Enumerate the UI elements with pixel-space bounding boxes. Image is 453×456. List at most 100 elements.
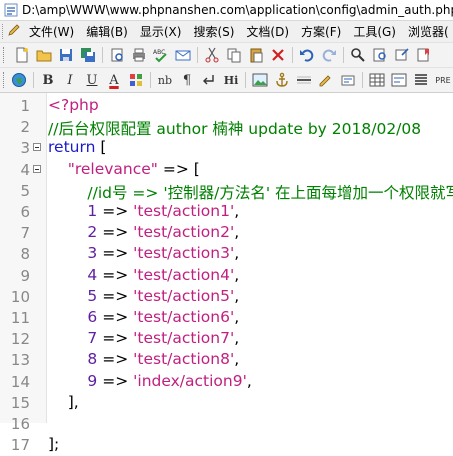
goto-icon[interactable]: [392, 45, 412, 65]
code-token: =>: [97, 371, 134, 390]
code-line[interactable]: 6 1 => 'test/action1',: [0, 202, 453, 223]
code-line[interactable]: 5 //id号 => '控制器/方法名' 在上面每增加一个权限就写: [0, 181, 453, 202]
anchor-icon[interactable]: [272, 70, 292, 90]
code-line[interactable]: 11 6 => 'test/action6',: [0, 308, 453, 329]
code-token: //后台权限配置 author 楠神 update by 2018/02/08: [48, 120, 422, 139]
code-token: 1: [48, 202, 98, 220]
find-icon[interactable]: [348, 45, 368, 65]
menu-file[interactable]: 文件(W): [23, 23, 80, 40]
pre-button[interactable]: PRE: [433, 70, 453, 90]
code-token: 'test/action3': [133, 244, 235, 263]
line-number: 17: [10, 436, 30, 455]
line-number: 13: [10, 351, 30, 370]
code-token: 'test/action5': [133, 286, 235, 305]
code-line[interactable]: 14 9 => 'index/action9',: [0, 372, 453, 393]
code-token: ],: [48, 392, 79, 411]
code-token: ,: [246, 371, 252, 390]
font-color-button[interactable]: A: [104, 70, 124, 90]
code-line[interactable]: 9 4 => 'test/action4',: [0, 266, 453, 287]
line-break-icon[interactable]: [199, 70, 219, 90]
toolbar-separator: [197, 47, 198, 63]
open-folder-icon[interactable]: [34, 45, 54, 65]
menu-search[interactable]: 搜索(S): [187, 23, 240, 40]
code-token: ,: [234, 308, 240, 326]
code-text: 2 => 'test/action2',: [48, 223, 239, 241]
code-token: [: [95, 138, 107, 157]
menu-browser[interactable]: 浏览器(: [402, 23, 453, 40]
code-line[interactable]: 3 return [: [0, 138, 453, 159]
code-text: 8 => 'test/action8',: [48, 350, 239, 368]
fold-toggle-icon[interactable]: [33, 164, 41, 173]
color-palette-icon[interactable]: [126, 70, 146, 90]
code-editor[interactable]: 1 <?php 2 //后台权限配置 author 楠神 update by 2018…: [0, 93, 453, 454]
code-token: 7: [48, 329, 98, 348]
paste-icon[interactable]: [246, 45, 266, 65]
copy-icon[interactable]: [224, 45, 244, 65]
menu-tools[interactable]: 工具(G): [347, 23, 402, 40]
code-line[interactable]: 1 <?php: [0, 96, 453, 117]
code-line[interactable]: 10 5 => 'test/action5',: [0, 287, 453, 308]
code-text: 6 => 'test/action6',: [48, 308, 239, 326]
browser-preview-icon[interactable]: [9, 70, 29, 90]
spell-check-icon[interactable]: ABC: [151, 45, 171, 65]
code-token: =>: [97, 202, 134, 220]
heading-button[interactable]: Hi: [221, 70, 241, 90]
image-icon[interactable]: [250, 70, 270, 90]
line-number: 8: [20, 245, 30, 264]
menu-edit[interactable]: 编辑(B): [80, 23, 134, 40]
horizontal-rule-icon[interactable]: [294, 70, 314, 90]
toolbar-grip: [3, 72, 4, 88]
code-token: 'test/action8': [133, 350, 235, 369]
menu-scheme[interactable]: 方案(F): [295, 23, 347, 40]
cut-icon[interactable]: [202, 45, 222, 65]
delete-icon[interactable]: [268, 45, 288, 65]
menu-document[interactable]: 文档(D): [240, 23, 295, 40]
mail-icon[interactable]: [173, 45, 193, 65]
code-line[interactable]: 12 7 => 'test/action7',: [0, 329, 453, 350]
new-file-icon[interactable]: [12, 45, 32, 65]
pencil-icon: [7, 23, 21, 40]
code-line[interactable]: 16: [0, 414, 453, 435]
print-icon[interactable]: [129, 45, 149, 65]
replace-icon[interactable]: [370, 45, 390, 65]
code-text: 7 => 'test/action7',: [48, 329, 239, 347]
redo-icon[interactable]: [319, 45, 339, 65]
comment-icon[interactable]: [316, 70, 336, 90]
code-token: 'test/action6': [133, 308, 235, 326]
code-line[interactable]: 15 ],: [0, 393, 453, 414]
code-line[interactable]: 2 //后台权限配置 author 楠神 update by 2018/02/08: [0, 117, 453, 138]
list-icon[interactable]: [411, 70, 431, 90]
save-icon[interactable]: [56, 45, 76, 65]
code-token: =>: [97, 329, 134, 348]
undo-icon[interactable]: [297, 45, 317, 65]
fold-toggle-icon[interactable]: [33, 143, 41, 152]
print-preview-icon[interactable]: [107, 45, 127, 65]
bookmark-icon[interactable]: [414, 45, 434, 65]
save-all-icon[interactable]: [78, 45, 98, 65]
line-number: 11: [10, 309, 30, 327]
code-token: 3: [48, 244, 98, 263]
nbsp-button[interactable]: nb: [155, 70, 175, 90]
toolbar-grip: [3, 47, 7, 63]
table-icon[interactable]: [367, 70, 387, 90]
bold-button[interactable]: B: [38, 70, 58, 90]
form-icon[interactable]: [389, 70, 409, 90]
code-line[interactable]: 8 3 => 'test/action3',: [0, 244, 453, 265]
line-number: 5: [20, 181, 30, 200]
code-token: =>: [97, 286, 134, 305]
link-icon[interactable]: [338, 70, 358, 90]
code-token: ,: [234, 286, 240, 305]
code-line[interactable]: 7 2 => 'test/action2',: [0, 223, 453, 244]
code-token: ,: [234, 244, 240, 263]
code-text: //后台权限配置 author 楠神 update by 2018/02/08: [48, 117, 421, 139]
menu-view[interactable]: 显示(X): [134, 23, 188, 40]
code-text: ];: [48, 435, 59, 453]
code-line[interactable]: 17];: [0, 435, 453, 456]
code-line[interactable]: 4 "relevance" => [: [0, 160, 453, 181]
line-number: 10: [10, 287, 30, 306]
italic-button[interactable]: I: [60, 70, 80, 90]
underline-button[interactable]: U: [82, 70, 102, 90]
code-line[interactable]: 13 8 => 'test/action8',: [0, 350, 453, 371]
paragraph-button[interactable]: ¶: [177, 70, 197, 90]
code-text: //id号 => '控制器/方法名' 在上面每增加一个权限就写: [48, 181, 453, 203]
